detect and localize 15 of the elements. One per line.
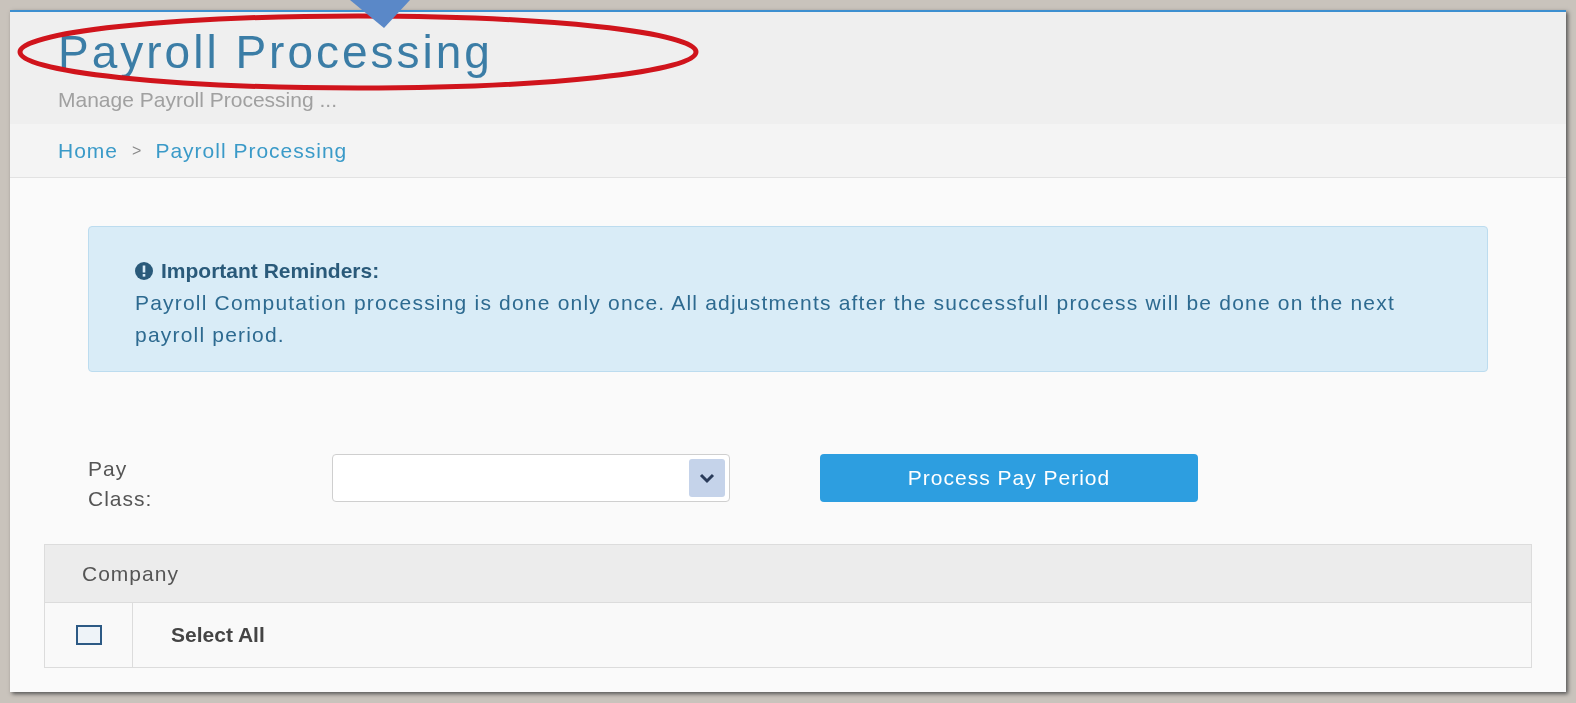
page-subtitle: Manage Payroll Processing ... bbox=[58, 88, 337, 112]
breadcrumb-separator: > bbox=[132, 140, 142, 161]
chevron-down-icon bbox=[689, 459, 725, 497]
breadcrumb-link[interactable]: Home bbox=[58, 134, 119, 167]
exclamation-icon bbox=[135, 261, 153, 280]
alert-title: Important Reminders: bbox=[161, 258, 380, 284]
breadcrumb-link[interactable]: Payroll Processing bbox=[155, 134, 348, 167]
row-label: Select All bbox=[171, 622, 265, 649]
process-pay-period-button[interactable]: Process Pay Period bbox=[820, 454, 1198, 502]
column-header: Company bbox=[82, 560, 179, 587]
annotation-arrow bbox=[350, 0, 410, 30]
checkbox[interactable] bbox=[75, 625, 102, 645]
page-title: Payroll Processing bbox=[58, 26, 493, 78]
alert-message: Payroll Computation processing is done only once. All adjustments after the successfull process will be done on the next payroll period. bbox=[135, 289, 1396, 348]
pay-class-label: Pay Class: bbox=[88, 456, 154, 512]
